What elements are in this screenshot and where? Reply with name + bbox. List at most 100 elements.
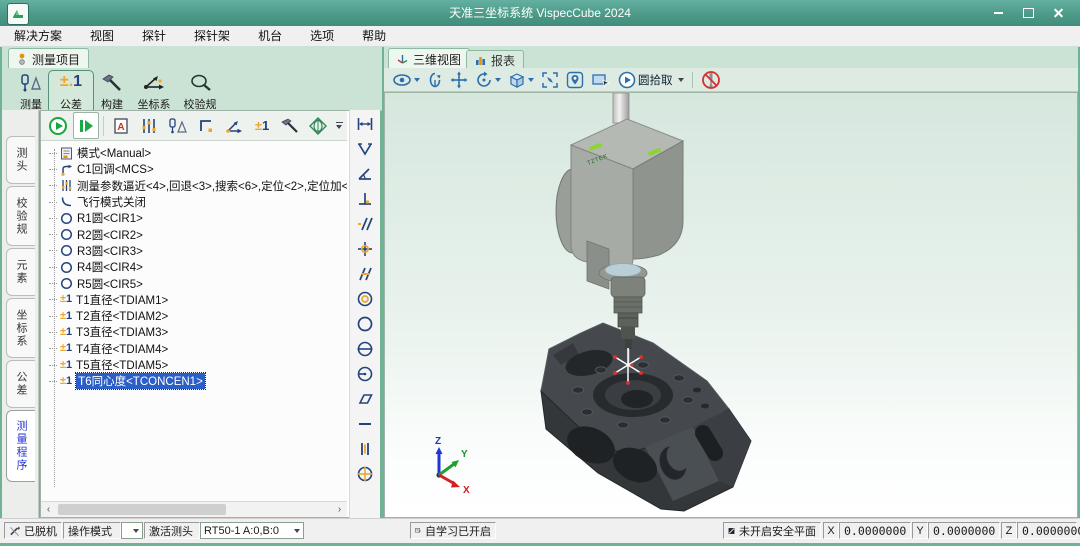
tree-item-circle[interactable]: R3圆<CIR3>	[41, 243, 347, 259]
angle-v-tolerance-icon[interactable]	[353, 138, 377, 160]
tab-3d-view[interactable]: 三维视图	[388, 48, 470, 69]
scroll-left-icon[interactable]: ‹	[41, 502, 56, 517]
safety-plane-status[interactable]: 未开启安全平面	[723, 522, 821, 539]
svg-text:A: A	[118, 122, 125, 133]
distance-tolerance-icon[interactable]	[353, 113, 377, 135]
close-icon[interactable]	[1046, 4, 1070, 22]
op-mode-select[interactable]	[121, 522, 143, 539]
tree-item-tolerance[interactable]: ±1 T1直径<TDIAM1>	[41, 292, 347, 308]
params-sliders-icon	[140, 117, 158, 135]
mode-doc-button[interactable]: A	[108, 112, 134, 139]
side-tab-element[interactable]: 元素	[6, 248, 35, 296]
locate-probe-button[interactable]	[564, 70, 586, 90]
menu-view[interactable]: 视图	[76, 26, 128, 46]
3d-viewport[interactable]: TZTEK	[384, 92, 1078, 518]
ribbon-coordinate-system-button[interactable]: 坐标系	[128, 70, 180, 114]
tree-item-fly-mode[interactable]: 飞行模式关闭	[41, 194, 347, 210]
concentricity-icon[interactable]	[353, 288, 377, 310]
coordsys-small-icon	[224, 117, 244, 135]
x-axis-label: X	[823, 522, 839, 539]
tree-item-tolerance[interactable]: ±1 T5直径<TDIAM5>	[41, 357, 347, 373]
offline-status[interactable]: 已脱机	[4, 522, 62, 539]
side-tab-tolerance[interactable]: 公差	[6, 360, 35, 408]
menu-options[interactable]: 选项	[296, 26, 348, 46]
menu-probe[interactable]: 探针	[128, 26, 180, 46]
minimize-icon[interactable]	[986, 4, 1010, 22]
zoom-fit-icon	[541, 71, 559, 89]
step-run-icon	[77, 117, 95, 135]
toolbar-overflow-button[interactable]	[333, 114, 345, 138]
active-probe-select[interactable]: RT50-1 A:0,B:0	[200, 522, 304, 539]
angle-tolerance-icon[interactable]	[353, 163, 377, 185]
side-tab-measure-program[interactable]: 测量程序	[6, 410, 35, 482]
side-tab-probe[interactable]: 测头	[6, 136, 35, 184]
tree-item-measure-params[interactable]: 测量参数逼近<4>,回退<3>,搜索<6>,定位<2>,定位加<2>,测	[41, 178, 347, 194]
maximize-icon[interactable]	[1016, 4, 1040, 22]
straightness-icon[interactable]	[353, 413, 377, 435]
circularity-icon[interactable]	[353, 313, 377, 335]
tree-item-circle[interactable]: R4圆<CIR4>	[41, 259, 347, 275]
tab-report[interactable]: 报表	[466, 50, 524, 69]
circle-chord-icon[interactable]	[353, 338, 377, 360]
orbit-vertical-button[interactable]	[425, 70, 445, 90]
ribbon: 测量 ±.1 公差 构建 坐标系 校验规	[2, 68, 382, 111]
coordsys-small-button[interactable]	[221, 112, 247, 139]
menu-help[interactable]: 帮助	[348, 26, 400, 46]
tree-item-circle[interactable]: R2圆<CIR2>	[41, 226, 347, 242]
circle-radius-icon[interactable]	[353, 363, 377, 385]
tree-item-tolerance[interactable]: ±1 T4直径<TDIAM4>	[41, 341, 347, 357]
side-tab-coordinate[interactable]: 坐标系	[6, 298, 35, 358]
zoom-fit-button[interactable]	[539, 70, 561, 90]
plane-compass-button[interactable]	[305, 112, 331, 139]
probe-display-disabled-button[interactable]	[699, 70, 723, 90]
scrollbar-thumb[interactable]	[58, 504, 226, 515]
pan-button[interactable]	[448, 70, 470, 90]
flatness-icon[interactable]	[353, 388, 377, 410]
true-position-icon[interactable]	[353, 463, 377, 485]
run-program-button[interactable]	[45, 112, 71, 139]
perpendicularity-icon[interactable]	[353, 188, 377, 210]
construct-small-button[interactable]	[277, 112, 303, 139]
ribbon-tolerance-button[interactable]: ±.1 公差	[48, 70, 94, 114]
ribbon-gauge-button[interactable]: 校验规	[174, 70, 226, 114]
3d-scene: TZTEK	[385, 93, 1077, 517]
tree-item-mode[interactable]: 模式<Manual>	[41, 145, 347, 161]
scroll-right-icon[interactable]: ›	[332, 502, 347, 517]
self-learn-status[interactable]: 自学习已开启	[410, 522, 496, 539]
circle-pick-button[interactable]: 圆拾取	[616, 70, 686, 90]
probe-measure-button[interactable]	[165, 112, 191, 139]
menu-solution[interactable]: 解决方案	[0, 26, 76, 46]
side-tab-gauge[interactable]: 校验规	[6, 186, 35, 246]
window-select-button[interactable]	[589, 70, 613, 90]
tree-item-circle[interactable]: R5圆<CIR5>	[41, 275, 347, 291]
step-run-button[interactable]	[73, 112, 99, 139]
eye-icon	[392, 72, 412, 88]
tree-horizontal-scrollbar[interactable]: ‹ ›	[41, 501, 347, 517]
parallelism-icon[interactable]	[353, 213, 377, 235]
measure-params-button[interactable]	[136, 112, 162, 139]
menu-machine[interactable]: 机台	[244, 26, 296, 46]
report-icon	[475, 55, 486, 66]
program-tree: 模式<Manual> C1回调<MCS> 测量参数逼近<4>,回退<3>,搜索<…	[41, 141, 347, 501]
tolerance-small-button[interactable]: ±1	[249, 112, 275, 139]
tab-measure-project[interactable]: 测量项目	[8, 48, 89, 69]
rotate-icon	[475, 71, 493, 89]
corner-move-button[interactable]	[193, 112, 219, 139]
menu-probe-rack[interactable]: 探针架	[180, 26, 244, 46]
view-cube-button[interactable]	[506, 70, 536, 90]
symmetry-icon[interactable]	[353, 438, 377, 460]
tolerance-item-icon: ±1	[60, 360, 72, 371]
tree-item-tolerance[interactable]: ±1 T2直径<TDIAM2>	[41, 308, 347, 324]
rotate-view-button[interactable]	[473, 70, 503, 90]
tree-item-tolerance[interactable]: ±1 T3直径<TDIAM3>	[41, 324, 347, 340]
tree-item-tolerance-selected[interactable]: ±1 T6同心度<TCONCEN1>	[41, 373, 347, 389]
tree-item-circle[interactable]: R1圆<CIR1>	[41, 210, 347, 226]
y-coordinate-value: 0.0000000	[928, 522, 1000, 539]
angularity-icon[interactable]	[353, 263, 377, 285]
side-tab-strip: 测头 校验规 元素 坐标系 公差 测量程序	[2, 110, 39, 518]
offline-icon	[9, 525, 20, 537]
visibility-button[interactable]	[390, 70, 422, 90]
flymode-icon	[60, 196, 73, 209]
tree-item-recall[interactable]: C1回调<MCS>	[41, 161, 347, 177]
position-cross-icon[interactable]	[353, 238, 377, 260]
